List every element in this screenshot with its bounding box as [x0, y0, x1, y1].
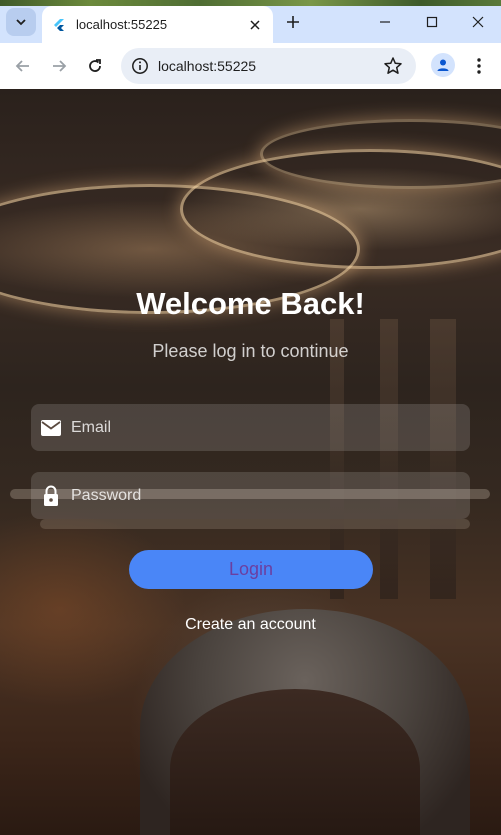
person-icon: [437, 59, 449, 71]
arrow-left-icon: [15, 60, 29, 72]
address-bar[interactable]: localhost:55225: [121, 48, 416, 84]
info-icon[interactable]: [131, 57, 149, 75]
profile-button[interactable]: [431, 53, 455, 77]
close-icon: [250, 19, 260, 30]
more-vertical-icon: [477, 58, 481, 74]
browser-toolbar: localhost:55225: [0, 43, 501, 89]
tab-search-button[interactable]: [6, 8, 36, 36]
close-icon: [472, 16, 484, 28]
tab-close-button[interactable]: [247, 17, 263, 33]
lock-icon: [40, 485, 62, 507]
arrow-right-icon: [53, 60, 67, 72]
browser-menu-button[interactable]: [469, 54, 489, 78]
login-form: Welcome Back! Please log in to continue: [0, 89, 501, 835]
new-tab-button[interactable]: [283, 12, 303, 32]
maximize-button[interactable]: [422, 12, 442, 32]
email-field[interactable]: [31, 404, 470, 451]
url-text: localhost:55225: [158, 58, 257, 74]
tab-strip: localhost:55225: [0, 0, 501, 43]
chevron-down-icon: [16, 19, 26, 26]
page-viewport: Welcome Back! Please log in to continue: [0, 89, 501, 835]
maximize-icon: [426, 16, 438, 28]
forward-button[interactable]: [47, 54, 71, 78]
login-button[interactable]: Login: [129, 550, 373, 589]
minimize-button[interactable]: [375, 12, 395, 32]
star-icon[interactable]: [383, 56, 403, 76]
email-input[interactable]: [71, 418, 451, 437]
reload-icon: [89, 59, 101, 72]
tab-title: localhost:55225: [76, 17, 168, 32]
welcome-title: Welcome Back!: [136, 286, 365, 321]
login-subtitle: Please log in to continue: [152, 341, 349, 361]
password-input[interactable]: [71, 486, 451, 505]
browser-tab[interactable]: localhost:55225: [42, 6, 273, 43]
create-account-link[interactable]: Create an account: [0, 616, 501, 634]
close-window-button[interactable]: [468, 12, 488, 32]
minimize-icon: [380, 21, 390, 23]
password-field[interactable]: [31, 472, 470, 519]
mail-icon: [40, 417, 62, 439]
reload-button[interactable]: [83, 54, 107, 78]
plus-icon: [287, 16, 299, 28]
flutter-icon: [54, 18, 64, 31]
back-button[interactable]: [11, 54, 35, 78]
